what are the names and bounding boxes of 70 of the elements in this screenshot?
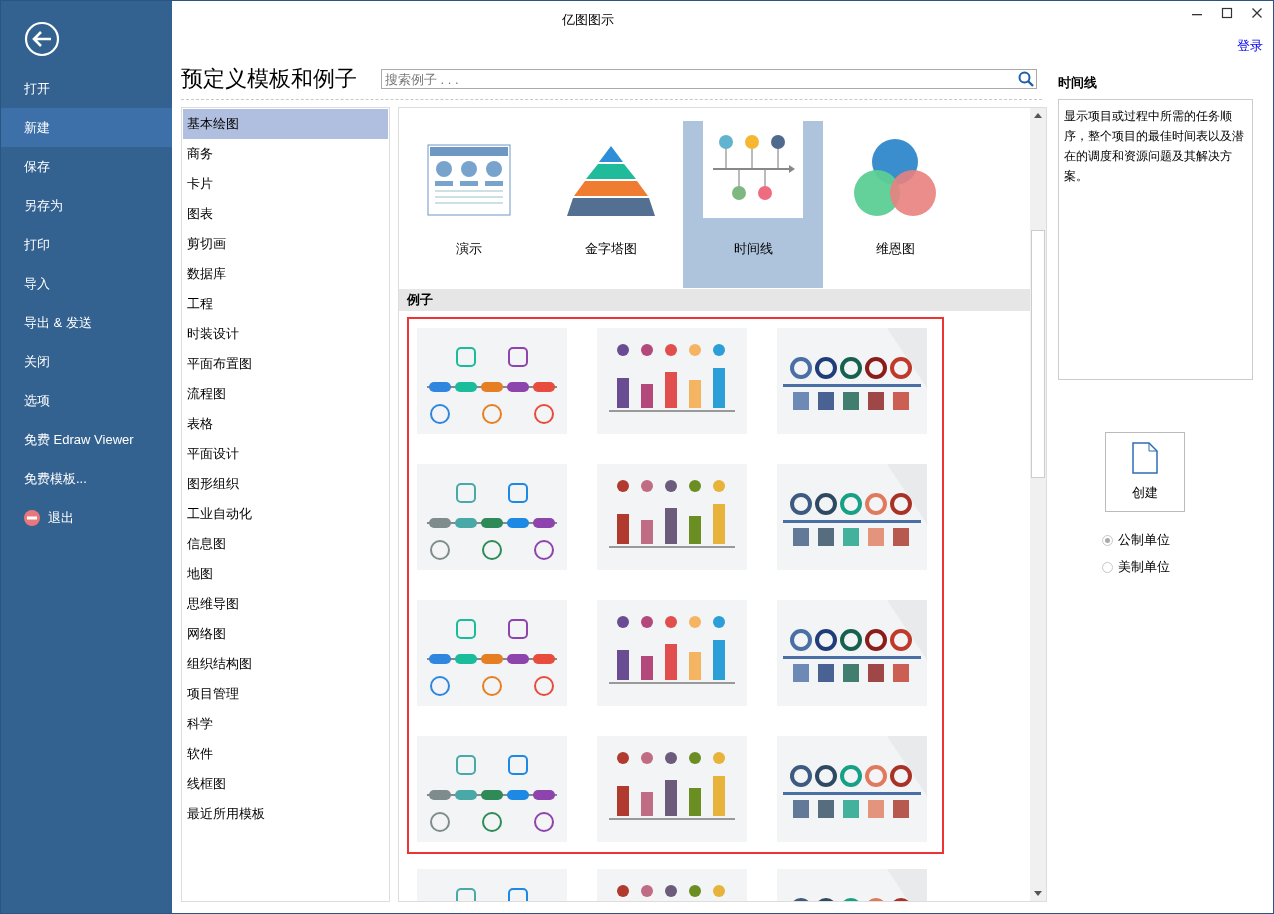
window-title: 亿图图示 bbox=[562, 11, 614, 29]
description-text: 显示项目或过程中所需的任务顺序，整个项目的最佳时间表以及潜在的调度和资源问题及其解决方案。 bbox=[1058, 99, 1253, 380]
timeline-icon bbox=[703, 118, 803, 218]
category-item[interactable]: 图表 bbox=[183, 199, 388, 229]
category-item[interactable]: 平面布置图 bbox=[183, 349, 388, 379]
category-item[interactable]: 商务 bbox=[183, 139, 388, 169]
radio-label: 公制单位 bbox=[1118, 531, 1170, 549]
menu-item[interactable]: 选项 bbox=[1, 381, 172, 420]
template-tile[interactable]: 维恩图 bbox=[825, 121, 965, 288]
menu-item[interactable]: 另存为 bbox=[1, 186, 172, 225]
menu-item[interactable]: 退出 bbox=[1, 498, 172, 537]
search-field[interactable]: 搜索例子 . . . bbox=[381, 69, 1037, 89]
category-item[interactable]: 组织结构图 bbox=[183, 649, 388, 679]
pyramid-icon bbox=[567, 146, 655, 218]
document-icon bbox=[1132, 442, 1158, 474]
maximize-icon[interactable] bbox=[1221, 7, 1233, 19]
category-item[interactable]: 剪切画 bbox=[183, 229, 388, 259]
category-item[interactable]: 科学 bbox=[183, 709, 388, 739]
template-label: 维恩图 bbox=[875, 240, 915, 258]
menu-item[interactable]: 打开 bbox=[1, 69, 172, 108]
category-item[interactable]: 时装设计 bbox=[183, 319, 388, 349]
exit-icon bbox=[24, 509, 40, 526]
category-item[interactable]: 信息图 bbox=[183, 529, 388, 559]
create-button[interactable]: 创建 bbox=[1105, 432, 1185, 512]
category-item[interactable]: 平面设计 bbox=[183, 439, 388, 469]
unit-option[interactable]: 公制单位 bbox=[1102, 531, 1253, 549]
search-icon[interactable] bbox=[1018, 71, 1034, 87]
category-item[interactable]: 软件 bbox=[183, 739, 388, 769]
back-icon[interactable] bbox=[24, 21, 60, 57]
template-label: 演示 bbox=[456, 240, 482, 258]
menu-item[interactable]: 免费模板... bbox=[1, 459, 172, 498]
detail-title: 时间线 bbox=[1058, 74, 1098, 92]
category-item[interactable]: 表格 bbox=[183, 409, 388, 439]
menu-item[interactable]: 导入 bbox=[1, 264, 172, 303]
category-item[interactable]: 数据库 bbox=[183, 259, 388, 289]
menu-item[interactable]: 免费 Edraw Viewer bbox=[1, 420, 172, 459]
category-item[interactable]: 基本绘图 bbox=[183, 109, 388, 139]
close-icon[interactable] bbox=[1251, 7, 1263, 19]
radio-label: 美制单位 bbox=[1118, 558, 1170, 576]
scroll-thumb[interactable] bbox=[1031, 230, 1045, 478]
category-item[interactable]: 思维导图 bbox=[183, 589, 388, 619]
template-tile[interactable]: 金字塔图 bbox=[541, 121, 681, 288]
category-item[interactable]: 线框图 bbox=[183, 769, 388, 799]
category-item[interactable]: 工程 bbox=[183, 289, 388, 319]
category-item[interactable]: 项目管理 bbox=[183, 679, 388, 709]
presentation-icon bbox=[427, 144, 511, 218]
category-item[interactable]: 地图 bbox=[183, 559, 388, 589]
unit-option[interactable]: 美制单位 bbox=[1102, 558, 1253, 576]
radio-button[interactable] bbox=[1102, 534, 1113, 546]
template-tile[interactable]: 时间线 bbox=[683, 121, 823, 288]
category-item[interactable]: 卡片 bbox=[183, 169, 388, 199]
menu-item[interactable]: 打印 bbox=[1, 225, 172, 264]
menu-item[interactable]: 新建 bbox=[1, 108, 172, 147]
template-label: 金字塔图 bbox=[585, 240, 637, 258]
template-label: 时间线 bbox=[733, 240, 773, 258]
login-link[interactable]: 登录 bbox=[1237, 37, 1263, 59]
category-item[interactable]: 图形组织 bbox=[183, 469, 388, 499]
category-item[interactable]: 工业自动化 bbox=[183, 499, 388, 529]
venn-diagram-icon bbox=[851, 138, 939, 218]
category-item[interactable]: 最近所用模板 bbox=[183, 799, 388, 829]
section-header: 例子 bbox=[399, 289, 1030, 311]
category-item[interactable]: 网络图 bbox=[183, 619, 388, 649]
scrollbar[interactable] bbox=[1030, 108, 1046, 901]
menu-item[interactable]: 保存 bbox=[1, 147, 172, 186]
category-item[interactable]: 流程图 bbox=[183, 379, 388, 409]
menu-item[interactable]: 关闭 bbox=[1, 342, 172, 381]
menu-item[interactable]: 导出 & 发送 bbox=[1, 303, 172, 342]
page-heading: 预定义模板和例子 bbox=[181, 65, 357, 93]
radio-button[interactable] bbox=[1102, 561, 1113, 573]
template-tile[interactable]: 演示 bbox=[399, 121, 539, 288]
